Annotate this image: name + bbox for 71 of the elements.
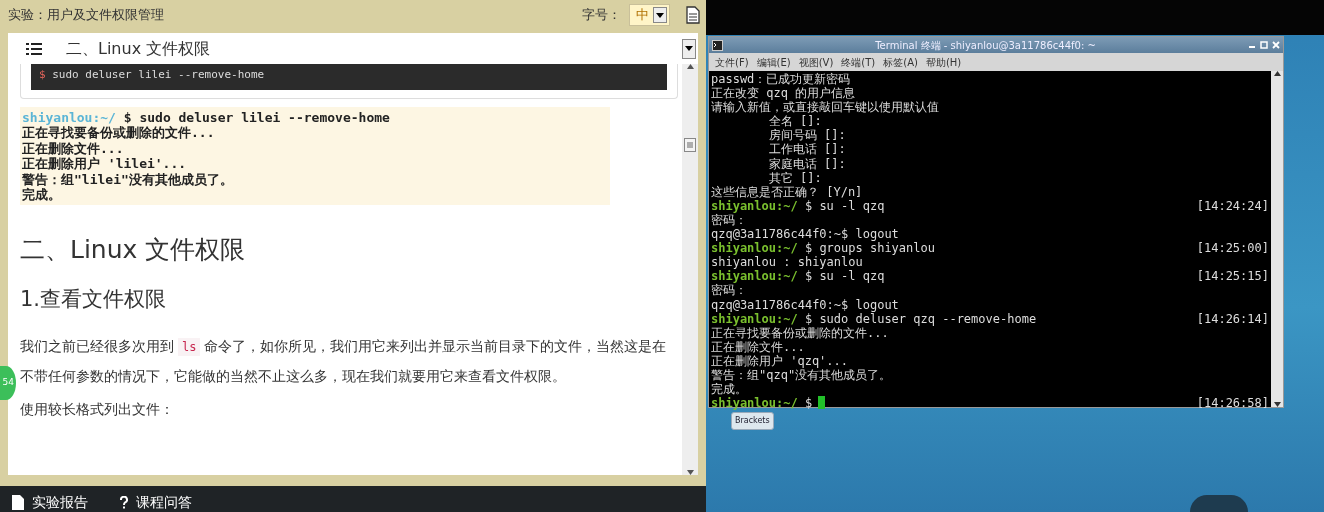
terminal-line: shiyanlou:~/ $ su -l qzq: [711, 198, 885, 213]
timestamp: [14:25:00]: [1196, 241, 1269, 256]
window-title: Terminal 终端 - shiyanlou@3a11786c44f0: ~: [874, 38, 1097, 53]
terminal-line: 这些信息是否正确？ [Y/n]: [711, 184, 864, 199]
close-icon[interactable]: [1272, 41, 1280, 49]
font-size-label: 字号：: [582, 6, 621, 25]
screenshot-line: 正在删除用户 'lilei'...: [22, 156, 188, 172]
terminal-line: shiyanlou:~/ $: [711, 396, 813, 411]
terminal-line: 警告：组"qzq"没有其他成员了。: [711, 367, 893, 383]
menu-item[interactable]: 标签(A): [883, 54, 918, 70]
terminal-line: qzq@3a11786c44f0:~$ logout: [711, 227, 900, 242]
terminal-line: shiyanlou:~/ $ su -l qzq: [711, 269, 885, 284]
menu-item[interactable]: 视图(V): [798, 54, 834, 70]
terminal-line: 密码：: [711, 283, 748, 298]
question-icon: [120, 496, 128, 509]
screenshot-line: 正在删除文件...: [22, 140, 125, 156]
terminal-line: 密码：: [711, 212, 747, 228]
screenshot-line: 警告：组"lilei"没有其他成员了。: [22, 171, 234, 187]
timestamp: [14:26:58]: [1196, 396, 1269, 411]
maximize-icon[interactable]: [1260, 41, 1268, 49]
subsection-heading: 1.查看文件权限: [20, 286, 168, 313]
terminal-line: 房间号码 []:: [767, 128, 847, 143]
terminal-line: 正在改变 qzq 的用户信息: [711, 86, 857, 101]
terminal-line: shiyanlou:~/ $ sudo deluser qzq --remove-home: [711, 311, 1037, 326]
caret-up-icon: [686, 64, 694, 69]
timestamp: [14:24:24]: [1196, 198, 1269, 213]
caret-down-icon: [685, 46, 693, 51]
terminal-line: qzq@3a11786c44f0:~$ logout: [711, 297, 900, 312]
terminal-line: 正在寻找要备份或删除的文件...: [711, 325, 890, 340]
screenshot-line: 正在寻找要备份或删除的文件...: [22, 125, 216, 141]
screenshot-line: 完成。: [22, 187, 62, 203]
caret-down-icon: [686, 470, 694, 475]
terminal-line: 完成。: [711, 382, 748, 397]
menu-item[interactable]: 文件(F): [715, 54, 749, 70]
terminal-line: 正在删除文件...: [711, 339, 806, 354]
terminal-line: 其它 []:: [767, 170, 823, 185]
scrollbar[interactable]: [682, 64, 698, 475]
code-block: $ sudo deluser lilei --remove-home: [31, 64, 667, 90]
lesson-title: 实验：用户及文件权限管理: [8, 6, 164, 25]
bottom-tab[interactable]: 实验报告: [12, 492, 88, 512]
caret-up-icon: [1273, 71, 1281, 76]
terminal-line: 工作电话 []:: [767, 142, 847, 157]
paragraph: 使用较长格式列出文件：: [20, 399, 175, 419]
menu-item[interactable]: 终端(T): [841, 54, 876, 70]
font-size-select[interactable]: 中: [629, 4, 670, 26]
caret-down-icon: [1273, 402, 1281, 407]
document-icon: [12, 495, 24, 510]
screenshot-line: shiyanlou:~/ $ sudo deluser lilei --remove-home: [22, 109, 391, 125]
terminal-line: 全名 []:: [767, 114, 823, 129]
section-heading: 二、Linux 文件权限: [20, 233, 247, 266]
menu-item[interactable]: 帮助(H): [925, 54, 962, 70]
timestamp: [14:26:14]: [1196, 311, 1269, 326]
list-icon[interactable]: [26, 42, 42, 55]
terminal-line: 请输入新值，或直接敲回车键以使用默认值: [711, 100, 940, 115]
scroll-thumb-icon[interactable]: [684, 137, 696, 152]
terminal-line: 家庭电话 []:: [767, 156, 847, 171]
terminal-line: 正在删除用户 'qzq'...: [711, 353, 850, 368]
desktop-app-label[interactable]: Brackets: [731, 412, 774, 430]
terminal-line: shiyanlou:~/ $ groups shiyanlou: [711, 241, 935, 256]
terminal-line: shiyanlou : shiyanlou: [711, 255, 864, 270]
timestamp: [14:25:15]: [1196, 269, 1269, 284]
document-icon[interactable]: [686, 6, 700, 24]
caret-down-icon: [656, 12, 664, 18]
dropdown-button[interactable]: [682, 38, 696, 59]
menu-item[interactable]: 编辑(E): [756, 54, 791, 70]
paragraph: 我们之前已经很多次用到 ls 命令了，如你所见，我们用它来列出并显示当前目录下的文件，当然这是在不带任何参数的情况下，它能做的当然不止这么多，现在我们就要用它来查看文件权限。: [20, 336, 668, 386]
terminal-icon: [712, 39, 723, 51]
terminal-line: passwd：已成功更新密码: [711, 72, 852, 87]
bottom-tab[interactable]: 课程问答: [120, 492, 192, 512]
scrollbar[interactable]: [1271, 71, 1283, 407]
section-title: 二、Linux 文件权限: [66, 37, 212, 60]
